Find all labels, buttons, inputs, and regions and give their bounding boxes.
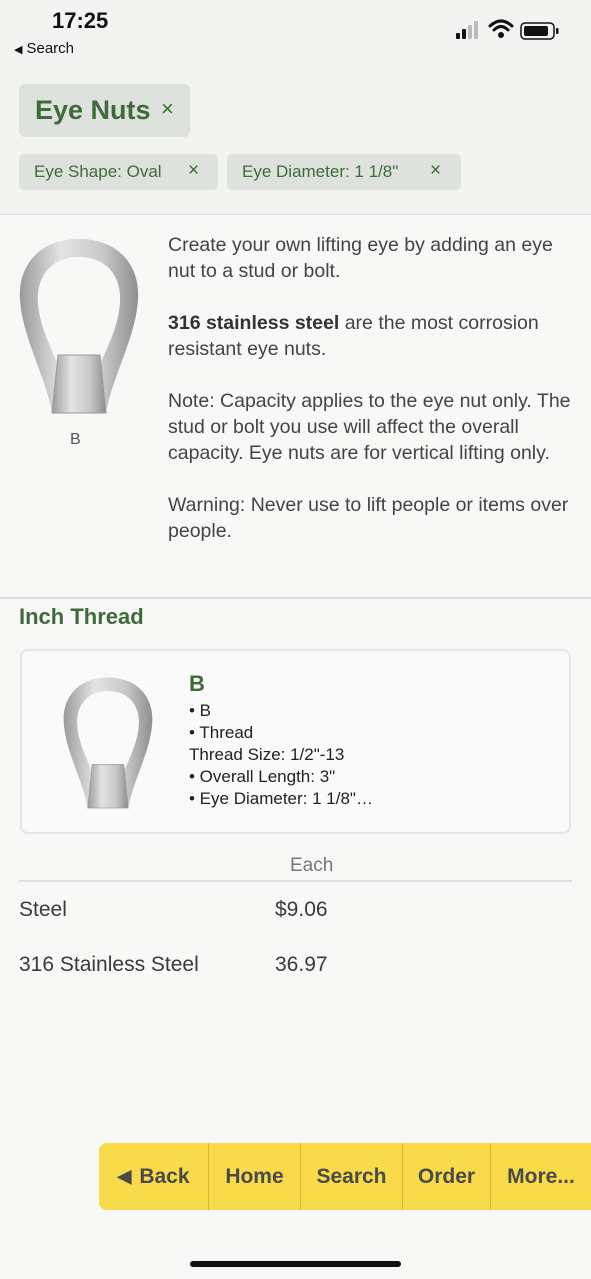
clock: 17:25 bbox=[52, 8, 109, 33]
search-button[interactable]: Search bbox=[301, 1143, 403, 1210]
price-row-price[interactable]: 36.97 bbox=[275, 953, 328, 977]
product-title: B bbox=[189, 671, 205, 696]
product-card[interactable]: B • B • Thread Thread Size: 1/2"-13 • Ov… bbox=[20, 649, 571, 834]
status-bar: 17:25 ◀ Search bbox=[0, 0, 591, 70]
product-spec-line: Thread Size: 1/2"-13 bbox=[189, 745, 345, 764]
product-thumbnail bbox=[63, 677, 153, 809]
product-spec-line: • Eye Diameter: 1 1/8"… bbox=[189, 789, 373, 808]
product-spec-line: • Overall Length: 3" bbox=[189, 767, 336, 786]
price-divider bbox=[19, 880, 572, 882]
signal-icon bbox=[456, 21, 478, 39]
description-para-2: 316 stainless steel are the most corrosi… bbox=[168, 310, 578, 362]
price-row-material: 316 Stainless Steel bbox=[19, 953, 199, 976]
eye-shape-filter-label: Eye Shape: Oval bbox=[34, 162, 162, 181]
description-para-4: Warning: Never use to lift people or ite… bbox=[168, 494, 569, 542]
back-triangle-icon: ◀ bbox=[14, 44, 23, 56]
price-column-header: Each bbox=[290, 855, 334, 876]
category-filter-label: Eye Nuts bbox=[35, 95, 151, 125]
description: Create your own lifting eye by adding an… bbox=[168, 232, 578, 570]
description-para-3: Note: Capacity applies to the eye nut on… bbox=[168, 390, 571, 464]
price-row-material: Steel bbox=[19, 898, 67, 921]
image-caption: B bbox=[70, 431, 81, 448]
eye-nut-image[interactable] bbox=[18, 237, 140, 417]
category-filter-chip[interactable]: Eye Nuts × bbox=[19, 84, 190, 137]
section-title: Inch Thread bbox=[19, 604, 144, 629]
price-row-price[interactable]: $9.06 bbox=[275, 898, 328, 922]
back-arrow-icon: ◀ bbox=[117, 1166, 132, 1186]
description-bold: 316 stainless steel bbox=[168, 312, 340, 334]
back-button[interactable]: ◀ Back bbox=[99, 1143, 209, 1210]
section-divider bbox=[0, 597, 591, 599]
wifi-icon bbox=[488, 19, 514, 38]
more-button[interactable]: More... bbox=[491, 1143, 591, 1210]
product-spec-line: • Thread bbox=[189, 723, 254, 742]
eye-shape-filter-chip[interactable]: Eye Shape: Oval × bbox=[19, 154, 218, 190]
back-app-label: Search bbox=[26, 40, 74, 57]
eye-diameter-filter-label: Eye Diameter: 1 1/8" bbox=[242, 162, 399, 181]
home-button[interactable]: Home bbox=[209, 1143, 301, 1210]
back-label: Back bbox=[139, 1164, 190, 1188]
home-indicator[interactable] bbox=[190, 1261, 401, 1267]
remove-filter-icon[interactable]: × bbox=[430, 160, 441, 182]
bottom-toolbar: ◀ Back Home Search Order More... bbox=[99, 1143, 591, 1210]
filter-bar: Eye Nuts × Eye Shape: Oval × Eye Diamete… bbox=[0, 70, 591, 215]
order-button[interactable]: Order bbox=[403, 1143, 491, 1210]
remove-filter-icon[interactable]: × bbox=[161, 96, 174, 122]
back-to-app-link[interactable]: ◀ Search bbox=[14, 40, 74, 57]
battery-icon bbox=[520, 22, 559, 40]
eye-diameter-filter-chip[interactable]: Eye Diameter: 1 1/8" × bbox=[227, 154, 461, 190]
remove-filter-icon[interactable]: × bbox=[188, 160, 199, 182]
description-para-1: Create your own lifting eye by adding an… bbox=[168, 234, 553, 282]
product-spec-line: • B bbox=[189, 701, 212, 720]
